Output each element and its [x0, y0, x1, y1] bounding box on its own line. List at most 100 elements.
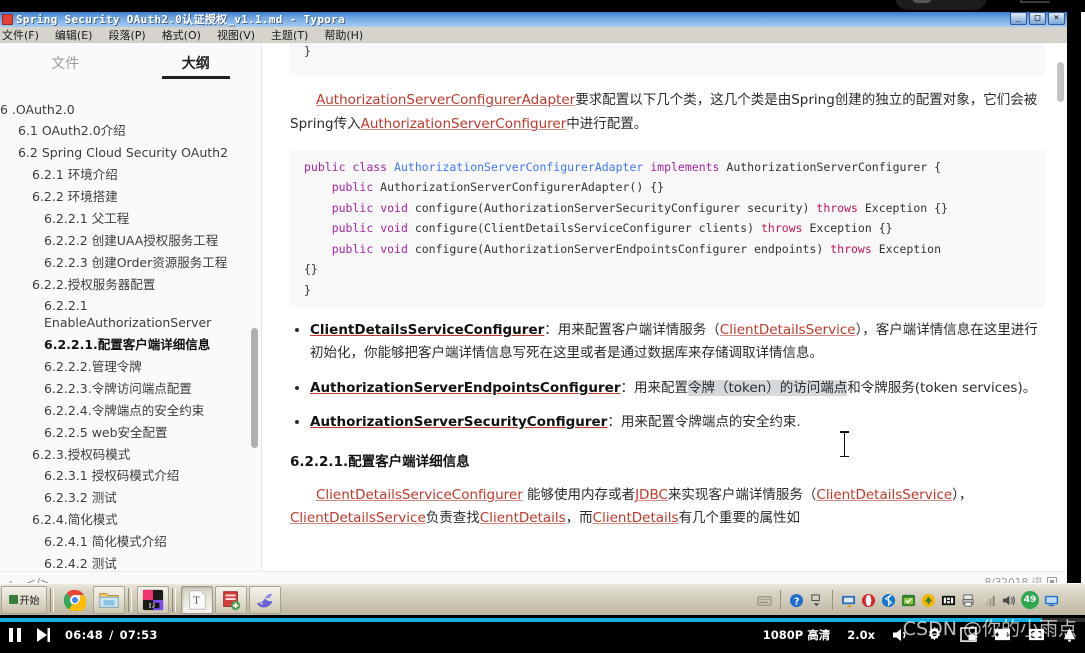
- fullscreen-button[interactable]: [1028, 627, 1045, 642]
- minimize-button[interactable]: _: [1010, 12, 1027, 25]
- code-line-3: public void configure(ClientDetailsServi…: [331, 221, 893, 236]
- maximize-button[interactable]: □: [1029, 12, 1046, 25]
- taskbar-divider-2: [128, 587, 132, 612]
- help-icon[interactable]: ?: [789, 593, 804, 608]
- outline-item-1[interactable]: 6.1 OAuth2.0介绍: [0, 121, 261, 143]
- printer-icon[interactable]: [961, 593, 976, 608]
- outline-item-7[interactable]: 6.2.2.3 创建Order资源服务工程: [0, 252, 261, 274]
- antivirus-icon[interactable]: [901, 593, 916, 608]
- outline-item-0[interactable]: 6 .OAuth2.0: [0, 99, 261, 121]
- danmaku-button[interactable]: [1062, 627, 1077, 642]
- sidebar: 文件 大纲 6 .OAuth2.0 6.1 OAuth2.0介绍 6.2 Spr…: [0, 43, 262, 571]
- outline-item-11[interactable]: 6.2.2.2.管理令牌: [0, 357, 261, 379]
- link-authorizationserverconfigureradapter[interactable]: AuthorizationServerConfigurerAdapter: [316, 92, 575, 108]
- menu-bar[interactable]: 文件(F) 编辑(E) 段落(P) 格式(O) 视图(V) 主题(T) 帮助(H…: [0, 27, 1067, 43]
- outline-item-14[interactable]: 6.2.2.5 web安全配置: [0, 422, 261, 444]
- ime-icon[interactable]: [941, 593, 956, 608]
- menu-help[interactable]: 帮助(H): [316, 27, 371, 43]
- paragraph-1-text-b: 中进行配置。: [566, 115, 648, 132]
- taskbar-button-intellij-idea[interactable]: IJ: [137, 585, 169, 614]
- start-button-label: 开始: [19, 596, 40, 607]
- sidebar-tabs[interactable]: 文件 大纲: [0, 43, 261, 87]
- link-clientdetails-1[interactable]: ClientDetails: [480, 510, 566, 526]
- outline-item-3[interactable]: 6.2.1 环境介绍: [0, 165, 261, 187]
- editor-pane[interactable]: } AuthorizationServerConfigurerAdapter要求…: [262, 43, 1067, 571]
- bullet-0-term[interactable]: ClientDetailsServiceConfigurer: [310, 322, 544, 338]
- bluetooth-icon[interactable]: [881, 593, 896, 608]
- bullet-1-term[interactable]: AuthorizationServerEndpointsConfigurer: [310, 380, 620, 396]
- quality-selector[interactable]: 1080P 高清: [763, 627, 830, 643]
- display-icon[interactable]: [1044, 593, 1059, 608]
- menu-format[interactable]: 格式(O): [154, 27, 209, 43]
- bullet-2-term[interactable]: AuthorizationServerSecurityConfigurer: [310, 414, 607, 430]
- tab-outline[interactable]: 大纲: [131, 53, 262, 79]
- link-clientdetailsservice[interactable]: ClientDetailsService: [720, 322, 856, 338]
- tray-divider-1: [780, 590, 781, 610]
- sidebar-scrollbar[interactable]: [251, 328, 258, 448]
- outline-item-17[interactable]: 6.2.3.2 测试: [0, 488, 261, 510]
- volume-icon[interactable]: [1001, 593, 1016, 608]
- link-clientdetails-2[interactable]: ClientDetails: [593, 510, 679, 526]
- gear-icon: [928, 626, 941, 641]
- link-clientdetailsservice-2[interactable]: ClientDetailsService: [816, 487, 952, 503]
- time-current: 06:48: [65, 628, 104, 642]
- outline-item-12[interactable]: 6.2.2.3.令牌访问端点配置: [0, 378, 261, 400]
- outline-item-9[interactable]: 6.2.2.1 EnableAuthorizationServer: [0, 296, 211, 335]
- video-overlay-top: [0, 0, 1085, 12]
- outline-item-10[interactable]: 6.2.2.1.配置客户端详细信息: [0, 335, 261, 357]
- battery-badge[interactable]: 49: [1021, 591, 1039, 609]
- chrome-icon: [64, 589, 86, 611]
- configurer-bullet-list: ClientDetailsServiceConfigurer：用来配置客户端详情…: [290, 319, 1045, 434]
- windows-taskbar: 开始 IJ T ? 49: [0, 583, 1085, 615]
- editor-scrollbar[interactable]: [1057, 62, 1064, 102]
- link-jdbc[interactable]: JDBC: [635, 487, 668, 503]
- menu-view[interactable]: 视图(V): [209, 27, 263, 43]
- outline-item-18[interactable]: 6.2.4.简化模式: [0, 510, 261, 532]
- keyboard-icon[interactable]: [757, 593, 772, 608]
- bullet-1-body-b: 和令牌服务(token services)。: [847, 379, 1037, 396]
- taskbar-button-notepad-plus[interactable]: [215, 585, 247, 614]
- wide-button[interactable]: [994, 627, 1011, 642]
- windows-flag-icon: [8, 595, 18, 604]
- pause-button[interactable]: [8, 627, 22, 643]
- menu-paragraph[interactable]: 段落(P): [100, 27, 153, 43]
- link-authorizationserverconfigurer[interactable]: AuthorizationServerConfigurer: [361, 116, 567, 132]
- settings-button[interactable]: [926, 626, 943, 643]
- volume-button[interactable]: [892, 627, 909, 643]
- close-button[interactable]: ✕: [1048, 12, 1065, 25]
- outline-item-19[interactable]: 6.2.4.1 简化模式介绍: [0, 532, 261, 554]
- outline-item-15[interactable]: 6.2.3.授权码模式: [0, 444, 261, 466]
- taskbar-button-file-explorer[interactable]: [93, 585, 125, 614]
- code-line-2: public void configure(AuthorizationServe…: [331, 200, 948, 215]
- link-clientdetailsservice-3[interactable]: ClientDetailsService: [290, 510, 426, 526]
- outline-item-8[interactable]: 6.2.2.授权服务器配置: [0, 274, 261, 296]
- menu-edit[interactable]: 编辑(E): [47, 27, 101, 43]
- next-button[interactable]: [36, 627, 51, 643]
- speed-selector[interactable]: 2.0x: [847, 628, 875, 642]
- network-monitor-icon[interactable]: [841, 593, 856, 608]
- text-selection[interactable]: 令牌（token）的访问端点: [687, 379, 848, 396]
- taskbar-button-typora[interactable]: T: [181, 585, 213, 614]
- opera-icon[interactable]: [861, 593, 876, 608]
- menu-theme[interactable]: 主题(T): [263, 27, 316, 43]
- outline-item-4[interactable]: 6.2.2 环境搭建: [0, 187, 261, 209]
- window-controls[interactable]: _ □ ✕: [1010, 12, 1065, 25]
- update-icon[interactable]: [921, 593, 936, 608]
- wifi-signal-icon[interactable]: [981, 593, 996, 608]
- taskbar-button-navicat[interactable]: [249, 585, 281, 614]
- bullet-clientdetailsserviceconfigurer: ClientDetailsServiceConfigurer：用来配置客户端详情…: [310, 319, 1045, 365]
- taskbar-button-chrome[interactable]: [59, 586, 91, 614]
- link-clientdetailsserviceconfigurer-2[interactable]: ClientDetailsServiceConfigurer: [316, 487, 523, 503]
- outline-item-2[interactable]: 6.2 Spring Cloud Security OAuth2: [0, 143, 261, 165]
- outline-item-16[interactable]: 6.2.3.1 授权码模式介绍: [0, 466, 261, 488]
- start-button[interactable]: 开始: [1, 585, 47, 614]
- chevron-expand-icon[interactable]: [809, 593, 824, 608]
- outline-item-6[interactable]: 6.2.2.2 创建UAA授权服务工程: [0, 230, 261, 252]
- outline-item-5[interactable]: 6.2.2.1 父工程: [0, 208, 261, 230]
- bullet-0-body-a: 用来配置客户端详情服务（: [557, 322, 720, 339]
- pip-button[interactable]: [960, 627, 977, 642]
- outline-item-20[interactable]: 6.2.4.2 测试: [0, 553, 261, 571]
- outline-item-13[interactable]: 6.2.2.4.令牌端点的安全约束: [0, 400, 261, 422]
- menu-file[interactable]: 文件(F): [0, 27, 47, 43]
- tab-files[interactable]: 文件: [0, 53, 131, 79]
